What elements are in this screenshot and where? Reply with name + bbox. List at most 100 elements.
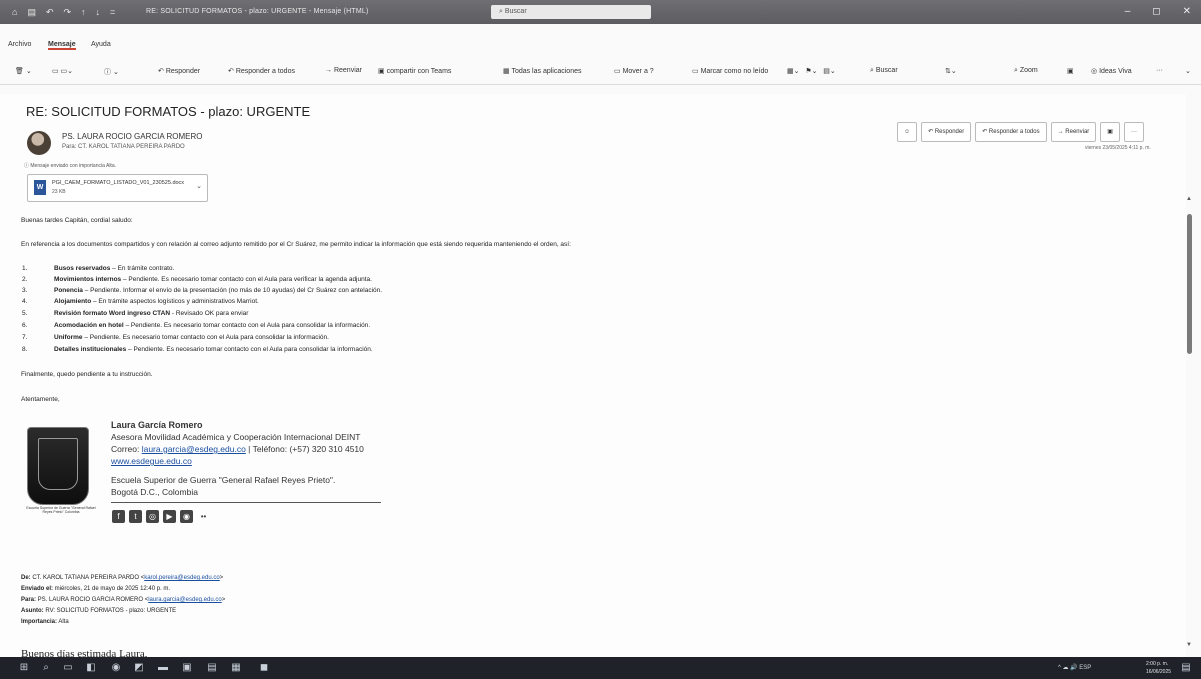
quoted-from-email[interactable]: karol.pereira@esdeg.edu.co xyxy=(144,575,219,581)
scroll-down-icon[interactable]: ▼ xyxy=(1186,642,1192,648)
list-number: 3. xyxy=(22,287,28,294)
scrollbar-thumb[interactable] xyxy=(1187,214,1192,354)
system-tray[interactable]: ^ ☁ 🔊 ESP xyxy=(1058,664,1091,671)
signature-contact: Correo: laura.garcia@esdeg.edu.co | Telé… xyxy=(111,444,364,454)
signature-divider xyxy=(111,502,381,503)
delete-icon[interactable]: 🗑 ⌄ xyxy=(15,67,32,75)
maximize-button[interactable]: ◻ xyxy=(1152,6,1160,17)
signature-role: Asesora Movilidad Académica y Cooperació… xyxy=(111,432,361,442)
reply-action-button[interactable]: ↶ Responder xyxy=(921,122,972,142)
close-button[interactable]: ✕ xyxy=(1183,6,1191,17)
translate-icon[interactable]: ⇅⌄ xyxy=(945,67,957,75)
start-icon[interactable]: ⊞ xyxy=(18,662,30,674)
body-greeting: Buenas tardes Capitán, cordial saludo: xyxy=(21,217,133,224)
archive-icon[interactable]: ▭ ▭⌄ xyxy=(52,67,73,75)
viva-icon: ◎ xyxy=(1091,68,1100,75)
reply-all-action-button[interactable]: ↶ Responder a todos xyxy=(975,122,1047,142)
reply-button[interactable]: ↶ Responder xyxy=(158,67,200,75)
chrome-icon[interactable]: ◉ xyxy=(110,662,122,674)
title-bar: ⌂ ▤ ↶ ↷ ↑ ↓ = RE: SOLICITUD FORMATOS - p… xyxy=(0,0,1201,24)
move-button[interactable]: ▭ Mover a ? xyxy=(614,67,654,75)
list-number: 1. xyxy=(22,265,28,272)
clock[interactable]: 2:00 p. m. 16/06/2025 xyxy=(1146,660,1171,676)
body-intro: En referencia a los documentos compartid… xyxy=(21,241,571,248)
up-arrow-icon[interactable]: ↑ xyxy=(81,7,86,18)
redo-icon[interactable]: ↷ xyxy=(64,7,72,18)
forward-button[interactable]: → Reenviar xyxy=(325,67,362,74)
signature-email-link[interactable]: laura.garcia@esdeg.edu.co xyxy=(142,444,246,454)
message-date: viernes 23/05/2025 4:11 p. m. xyxy=(1085,145,1151,151)
forward-action-button[interactable]: → Reenviar xyxy=(1050,122,1097,142)
quoted-subject: Asunto: RV: SOLICITUD FORMATOS - plazo: … xyxy=(21,608,177,614)
viva-insights-button[interactable]: ◎ Ideas Viva xyxy=(1091,67,1132,75)
search-input[interactable]: ⌕ Buscar xyxy=(491,5,651,19)
notifications-icon[interactable]: ▤ xyxy=(1180,662,1192,674)
report-icon[interactable]: ⓘ ⌄ xyxy=(104,67,119,77)
quoted-to-email[interactable]: laura.garcia@esdeg.edu.co xyxy=(148,597,221,603)
teams-icon: ▣ xyxy=(1107,129,1113,135)
twitter-icon[interactable]: t xyxy=(129,510,142,523)
importance-note: ⓘ Mensaje enviado con importancia Alta. xyxy=(24,163,116,169)
instagram-icon[interactable]: ◎ xyxy=(146,510,159,523)
zoom-button[interactable]: ⌕ Zoom xyxy=(1014,67,1038,75)
quoted-to: Para: PS. LAURA ROCIO GARCIA ROMERO <lau… xyxy=(21,597,226,603)
avatar[interactable] xyxy=(27,131,51,155)
sender-name[interactable]: PS. LAURA ROCIO GARCIA ROMERO xyxy=(62,132,202,141)
save-icon[interactable]: ⌂ xyxy=(12,7,17,18)
file-explorer-icon[interactable]: ▬ xyxy=(157,662,169,674)
mark-unread-icon: ▭ xyxy=(692,68,701,75)
app-icon[interactable]: ◧ xyxy=(85,662,97,674)
search-icon[interactable]: ⌕ xyxy=(40,662,52,674)
outlook-icon[interactable]: ▤ xyxy=(27,7,36,18)
task-view-icon[interactable]: ▭ xyxy=(62,662,74,674)
immersive-reader-icon[interactable]: ▣ xyxy=(1067,67,1074,75)
undo-icon[interactable]: ↶ xyxy=(46,7,54,18)
menu-mensaje[interactable]: Mensaje xyxy=(48,41,76,50)
customize-icon[interactable]: = xyxy=(110,7,115,18)
more-actions-button[interactable]: ··· xyxy=(1123,122,1144,142)
attachment-name: PGI_CAEM_FORMATO_LISTADO_V01_230525.docx xyxy=(52,180,185,186)
move-icon: ▭ xyxy=(614,68,623,75)
share-teams-button[interactable]: ▣ compartir con Teams xyxy=(378,67,451,75)
attachment-size: 23 KB xyxy=(52,189,66,195)
body-regards: Atentamente, xyxy=(21,396,60,403)
app-icon[interactable]: ▦ xyxy=(230,662,242,674)
list-item: Busos reservados – En trámite contrato. xyxy=(54,265,175,272)
attachment-card[interactable]: W PGI_CAEM_FORMATO_LISTADO_V01_230525.do… xyxy=(27,174,208,202)
menu-archivo[interactable]: Archivo xyxy=(8,41,31,48)
collapse-ribbon-icon[interactable]: ⌄ xyxy=(1185,67,1191,75)
windows-taskbar: ⊞ ⌕ ▭ ◧ ◉ ◩ ▬ ▣ ▤ ▦ ◼ ^ ☁ 🔊 ESP 2:00 p. … xyxy=(0,657,1201,679)
minimize-button[interactable]: – xyxy=(1125,6,1131,17)
list-number: 5. xyxy=(22,310,28,317)
more-options-button[interactable]: ··· xyxy=(1156,67,1163,74)
app-icon[interactable]: ◼ xyxy=(258,662,270,674)
reply-all-button[interactable]: ↶ Responder a todos xyxy=(228,67,295,75)
quoted-sent: Enviado el: miércoles, 21 de mayo de 202… xyxy=(21,586,171,592)
quick-access-toolbar: ⌂ ▤ ↶ ↷ ↑ ↓ = xyxy=(12,7,115,18)
reply-all-icon: ↶ xyxy=(982,129,989,135)
app-icon[interactable]: ▤ xyxy=(206,662,218,674)
social-links: f t ◎ ▶ ◉ •• xyxy=(112,510,210,523)
scroll-up-icon[interactable]: ▲ xyxy=(1186,196,1192,202)
signature-website-link[interactable]: www.esdegue.edu.co xyxy=(111,456,192,466)
all-apps-button[interactable]: ▦ Todas las aplicaciones xyxy=(503,67,581,75)
outlook-icon[interactable]: ◩ xyxy=(133,662,145,674)
categorize-icon[interactable]: ▦⌄ ⚑⌄ ▤⌄ xyxy=(787,67,836,75)
flickr-icon[interactable]: •• xyxy=(197,510,210,523)
teams-action-button[interactable]: ▣ xyxy=(1100,122,1120,142)
reply-all-icon: ↶ xyxy=(228,68,236,75)
down-arrow-icon[interactable]: ↓ xyxy=(96,7,101,18)
vertical-scrollbar[interactable]: ▲ ▼ xyxy=(1186,196,1193,656)
teams-icon: ▣ xyxy=(378,68,387,75)
search-placeholder: Buscar xyxy=(504,8,527,15)
podcast-icon[interactable]: ◉ xyxy=(180,510,193,523)
app-icon[interactable]: ▣ xyxy=(181,662,193,674)
quoted-from: De: CT. KAROL TATIANA PEREIRA PARDO <kar… xyxy=(21,575,224,581)
emoji-button[interactable]: ☺ xyxy=(897,122,918,142)
menu-ayuda[interactable]: Ayuda xyxy=(91,41,111,48)
youtube-icon[interactable]: ▶ xyxy=(163,510,176,523)
facebook-icon[interactable]: f xyxy=(112,510,125,523)
mark-unread-button[interactable]: ▭ Marcar como no leído xyxy=(692,67,768,75)
find-button[interactable]: ⌕ Buscar xyxy=(870,67,898,75)
chevron-down-icon[interactable]: ⌄ xyxy=(196,182,202,190)
